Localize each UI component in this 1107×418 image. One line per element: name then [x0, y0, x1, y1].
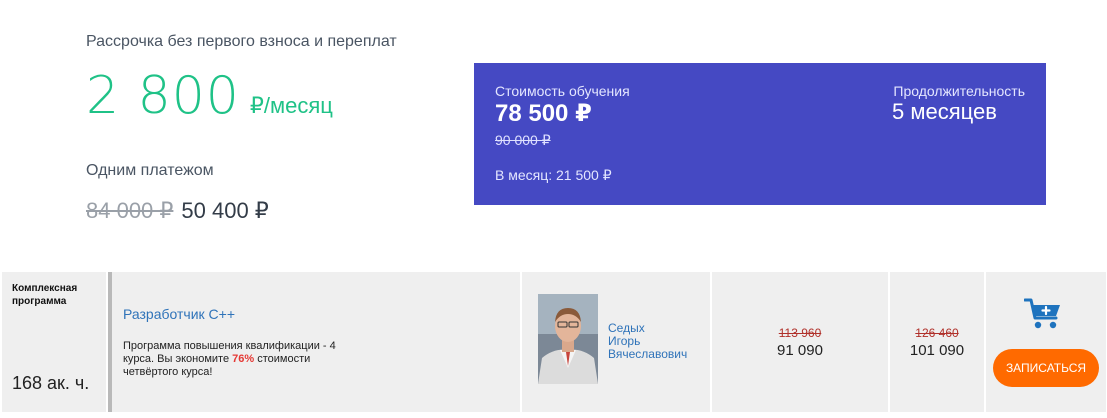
enroll-cell: ЗАПИСАТЬСЯ — [986, 272, 1106, 412]
one-payment-price: 84 000 ₽ 50 400 ₽ — [86, 198, 269, 224]
installment-title: Рассрочка без первого взноса и переплат — [86, 33, 397, 50]
one-payment-title: Одним платежом — [86, 162, 214, 179]
program-type-cell: Комплексная программа 168 ак. ч. — [2, 272, 106, 412]
monthly-payment: 2 800 ₽/месяц — [86, 66, 333, 126]
enroll-button[interactable]: ЗАПИСАТЬСЯ — [993, 349, 1099, 387]
program-tag: Комплексная программа — [12, 283, 78, 307]
duration-label: Продолжительность — [893, 83, 1025, 99]
price-cell-2: 126 460 101 090 — [890, 272, 984, 412]
desc-percent: 76% — [232, 353, 255, 365]
course-info-cell: Разработчик С++ Программа повышения квал… — [108, 272, 520, 412]
one-payment-new-price: 50 400 ₽ — [181, 198, 269, 223]
price-1-old: 113 960 — [778, 326, 822, 340]
course-title-link[interactable]: Разработчик С++ — [123, 306, 235, 322]
teacher-photo[interactable] — [538, 294, 598, 384]
price-cell-1: 113 960 91 090 — [712, 272, 888, 412]
course-description: Программа повышения квалификации - 4 кур… — [123, 340, 363, 379]
duration-value: 5 месяцев — [892, 99, 997, 124]
per-month-price: В месяц: 21 500 ₽ — [495, 167, 612, 183]
price-2-new: 101 090 — [909, 342, 965, 359]
monthly-unit: ₽/месяц — [249, 93, 333, 118]
cost-label: Стоимость обучения — [495, 83, 630, 99]
price-1-new: 91 090 — [777, 342, 823, 359]
add-to-cart-icon[interactable] — [1023, 296, 1064, 332]
teacher-name[interactable]: Седых Игорь Вячеславович — [608, 322, 687, 361]
cost-value: 78 500 ₽ — [495, 100, 592, 127]
cost-old-value: 90 000 ₽ — [495, 132, 551, 148]
teacher-cell: Седых Игорь Вячеславович — [522, 272, 710, 412]
monthly-amount: 2 800 — [86, 66, 240, 126]
teacher-patronymic: Вячеславович — [608, 347, 688, 361]
program-hours: 168 ак. ч. — [12, 373, 90, 393]
price-2-old: 126 460 — [915, 326, 959, 340]
price-panel: Стоимость обучения 78 500 ₽ 90 000 ₽ В м… — [474, 63, 1046, 205]
one-payment-old-price: 84 000 ₽ — [86, 198, 174, 223]
